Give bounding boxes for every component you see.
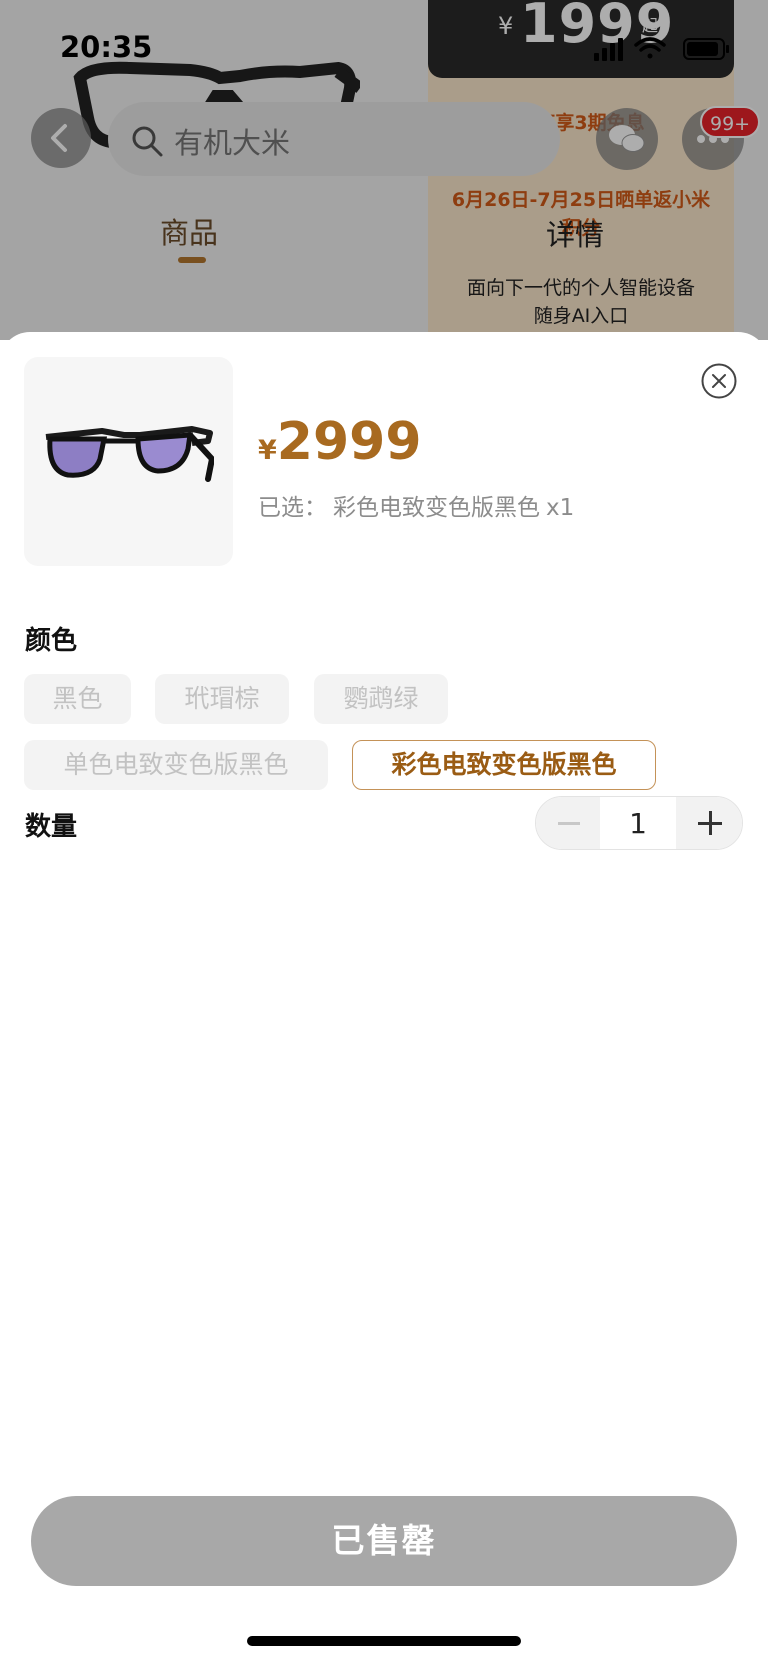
selected-summary: 已选： 彩色电致变色版黑色 x1: [258, 488, 574, 522]
modal-backdrop[interactable]: [0, 0, 768, 340]
color-section-title: 颜色: [25, 626, 78, 656]
price-currency: ¥: [258, 435, 277, 466]
selected-quantity: x1: [546, 495, 575, 521]
quantity-decrease-button[interactable]: [536, 797, 600, 849]
sold-out-button[interactable]: 已售罄: [31, 1496, 737, 1586]
product-thumbnail: [24, 357, 233, 566]
selected-value: 彩色电致变色版黑色: [333, 495, 540, 521]
color-option-color-electrochromic-black[interactable]: 彩色电致变色版黑色: [352, 740, 656, 790]
color-option-mono-electrochromic-black[interactable]: 单色电致变色版黑色: [24, 740, 328, 790]
quantity-value[interactable]: 1: [600, 797, 676, 849]
quantity-stepper: 1: [535, 796, 743, 850]
product-page-background: ¥ 1999 起 至高享3期免息 6月26日-7月25日晒单返小米积分 面向下一…: [0, 0, 768, 340]
quantity-increase-button[interactable]: [676, 797, 742, 849]
close-icon[interactable]: [700, 362, 738, 400]
sku-selection-sheet: ¥2999 已选： 彩色电致变色版黑色 x1 颜色 黑色 玳瑁棕 鹦鹉绿 单色电致变…: [0, 332, 768, 1663]
sku-price: ¥2999: [258, 412, 422, 472]
home-indicator: [247, 1636, 521, 1646]
color-option-black[interactable]: 黑色: [24, 674, 131, 724]
sunglasses-image: [45, 426, 214, 482]
price-value: 2999: [276, 412, 422, 472]
quantity-section-title: 数量: [25, 812, 78, 842]
selected-label: 已选：: [258, 495, 327, 521]
color-option-tortoise-brown[interactable]: 玳瑁棕: [155, 674, 289, 724]
color-option-parrot-green[interactable]: 鹦鹉绿: [314, 674, 448, 724]
